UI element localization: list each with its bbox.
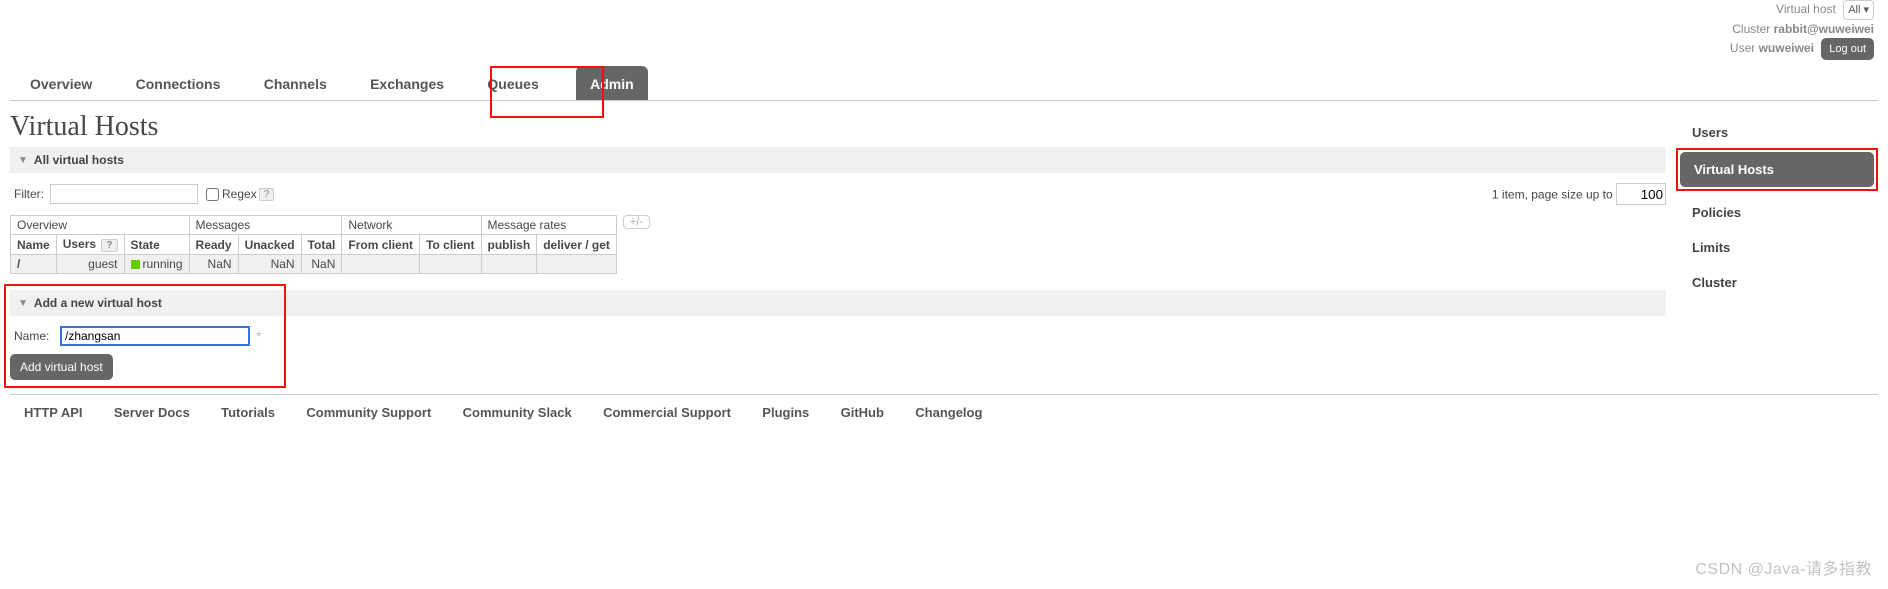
pagesize-text: 1 item, page size up to (1492, 188, 1613, 202)
user-label: User (1730, 41, 1755, 55)
cell-from-client (342, 255, 420, 274)
sidenav-limits[interactable]: Limits (1678, 230, 1878, 265)
vhost-label: Virtual host (1776, 2, 1836, 16)
user-name: wuweiwei (1759, 41, 1814, 55)
footer-changelog[interactable]: Changelog (915, 405, 982, 420)
chevron-down-icon: ▼ (18, 298, 28, 309)
footer-links: HTTP API Server Docs Tutorials Community… (10, 405, 1878, 420)
columns-toggle-button[interactable]: +/- (623, 215, 650, 229)
logout-button[interactable]: Log out (1821, 38, 1874, 60)
help-icon[interactable]: ? (101, 239, 117, 252)
vhost-table: Overview Messages Network Message rates … (10, 215, 617, 274)
required-star-icon: * (256, 328, 261, 344)
cell-ready: NaN (189, 255, 238, 274)
regex-label: Regex (222, 187, 257, 201)
th-deliver-get[interactable]: deliver / get (537, 235, 617, 255)
section-all-vhosts[interactable]: ▼ All virtual hosts (10, 147, 1666, 173)
cluster-label: Cluster (1732, 22, 1770, 36)
footer-commercial-support[interactable]: Commercial Support (603, 405, 731, 420)
regex-checkbox[interactable] (206, 188, 219, 201)
filter-label: Filter: (14, 187, 44, 201)
footer-community-support[interactable]: Community Support (306, 405, 431, 420)
page-title: Virtual Hosts (10, 111, 1666, 143)
footer-community-slack[interactable]: Community Slack (463, 405, 572, 420)
sidenav-cluster[interactable]: Cluster (1678, 265, 1878, 300)
vhost-select[interactable]: All ▾ (1843, 0, 1874, 20)
tab-overview[interactable]: Overview (24, 66, 98, 100)
th-total[interactable]: Total (301, 235, 342, 255)
th-state[interactable]: State (124, 235, 189, 255)
footer-server-docs[interactable]: Server Docs (114, 405, 190, 420)
cluster-name: rabbit@wuweiwei (1774, 22, 1874, 36)
sidenav-virtual-hosts[interactable]: Virtual Hosts (1680, 152, 1874, 187)
tab-connections[interactable]: Connections (130, 66, 227, 100)
footer-github[interactable]: GitHub (841, 405, 884, 420)
th-publish[interactable]: publish (481, 235, 537, 255)
section-title: All virtual hosts (34, 153, 124, 167)
side-nav: Users Virtual Hosts Policies Limits Clus… (1666, 101, 1878, 390)
cell-state: running (124, 255, 189, 274)
tab-channels[interactable]: Channels (258, 66, 333, 100)
section-add-vhost[interactable]: ▼ Add a new virtual host (10, 290, 1666, 316)
footer-tutorials[interactable]: Tutorials (221, 405, 275, 420)
th-group-messages: Messages (189, 216, 342, 235)
filter-input[interactable] (50, 184, 198, 204)
cell-name[interactable]: / (11, 255, 57, 274)
tab-exchanges[interactable]: Exchanges (364, 66, 450, 100)
th-group-rates: Message rates (481, 216, 616, 235)
section-title: Add a new virtual host (34, 296, 162, 310)
tab-admin[interactable]: Admin (576, 66, 648, 100)
name-label: Name: (14, 329, 60, 343)
pagesize-input[interactable] (1616, 183, 1666, 205)
cell-to-client (420, 255, 481, 274)
cell-deliver-get (537, 255, 617, 274)
tab-queues[interactable]: Queues (481, 66, 544, 100)
footer-plugins[interactable]: Plugins (762, 405, 809, 420)
th-group-network: Network (342, 216, 481, 235)
cell-publish (481, 255, 537, 274)
add-virtual-host-button[interactable]: Add virtual host (10, 354, 113, 380)
th-unacked[interactable]: Unacked (238, 235, 301, 255)
cell-users: guest (56, 255, 124, 274)
th-to-client[interactable]: To client (420, 235, 481, 255)
vhost-name-input[interactable] (60, 326, 250, 346)
sidenav-users[interactable]: Users (1678, 115, 1878, 150)
status-dot-icon (131, 260, 140, 269)
th-group-overview: Overview (11, 216, 190, 235)
th-ready[interactable]: Ready (189, 235, 238, 255)
sidenav-policies[interactable]: Policies (1678, 195, 1878, 230)
chevron-down-icon: ▼ (18, 155, 28, 166)
table-row[interactable]: / guest running NaN NaN NaN (11, 255, 617, 274)
th-from-client[interactable]: From client (342, 235, 420, 255)
th-name[interactable]: Name (11, 235, 57, 255)
help-icon[interactable]: ? (259, 188, 275, 201)
cell-unacked: NaN (238, 255, 301, 274)
main-tabs: Overview Connections Channels Exchanges … (10, 66, 1878, 101)
watermark: CSDN @Java-请多指教 (1695, 555, 1872, 579)
annotation-box: Virtual Hosts (1676, 148, 1878, 191)
th-users[interactable]: Users ? (56, 235, 124, 255)
cell-total: NaN (301, 255, 342, 274)
footer-http-api[interactable]: HTTP API (24, 405, 83, 420)
